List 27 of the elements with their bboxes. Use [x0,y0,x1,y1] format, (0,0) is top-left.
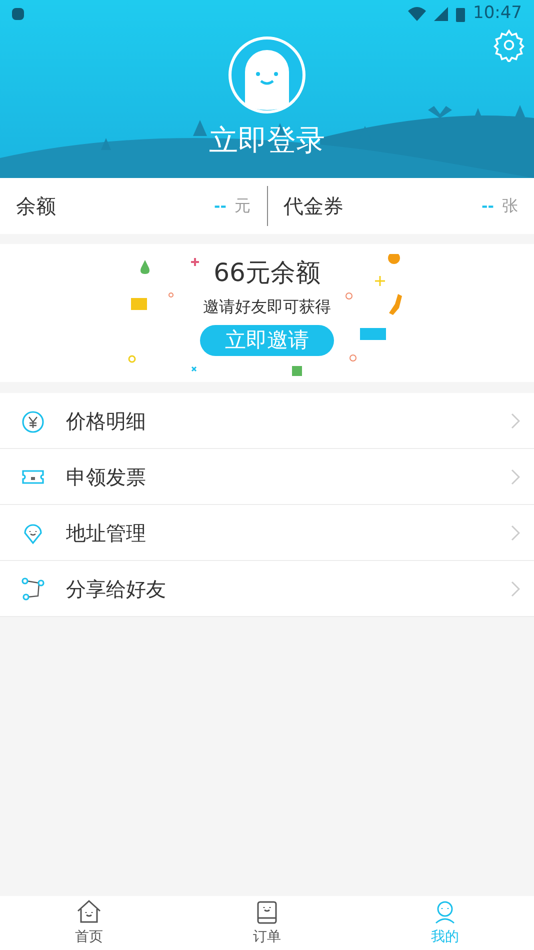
menu-item[interactable]: 申领发票 [0,449,534,505]
chevron-icon [511,580,520,596]
chevron-icon [511,468,520,484]
share-icon [20,576,46,602]
chevron-icon [511,412,520,428]
invite-subtitle: 邀请好友即可获得 [203,299,331,315]
avatar-icon [228,36,306,114]
summary-unit: 元 [234,195,250,217]
invite-title: 66元余额 [214,260,320,285]
battery-icon [456,6,465,22]
wifi-icon [408,7,426,21]
nav-tab[interactable]: 首页 [0,896,178,950]
summary-value: -- [482,196,494,217]
clock-time: 10:47 [473,2,522,26]
menu-item[interactable]: 地址管理 [0,505,534,561]
login-link[interactable]: 立即登录 [209,126,325,155]
settings-icon[interactable] [492,28,526,62]
menu-item[interactable]: 分享给好友 [0,561,534,617]
summary-unit: 张 [502,195,518,217]
summary-label: 余额 [16,193,56,220]
summary-value: -- [214,196,226,217]
menu-item[interactable]: 价格明细 [0,393,534,449]
summary-label: 代金券 [284,193,344,220]
home-icon [76,898,102,924]
chevron-icon [511,524,520,540]
signal-icon [434,7,448,21]
nav-tab[interactable]: 订单 [178,896,356,950]
